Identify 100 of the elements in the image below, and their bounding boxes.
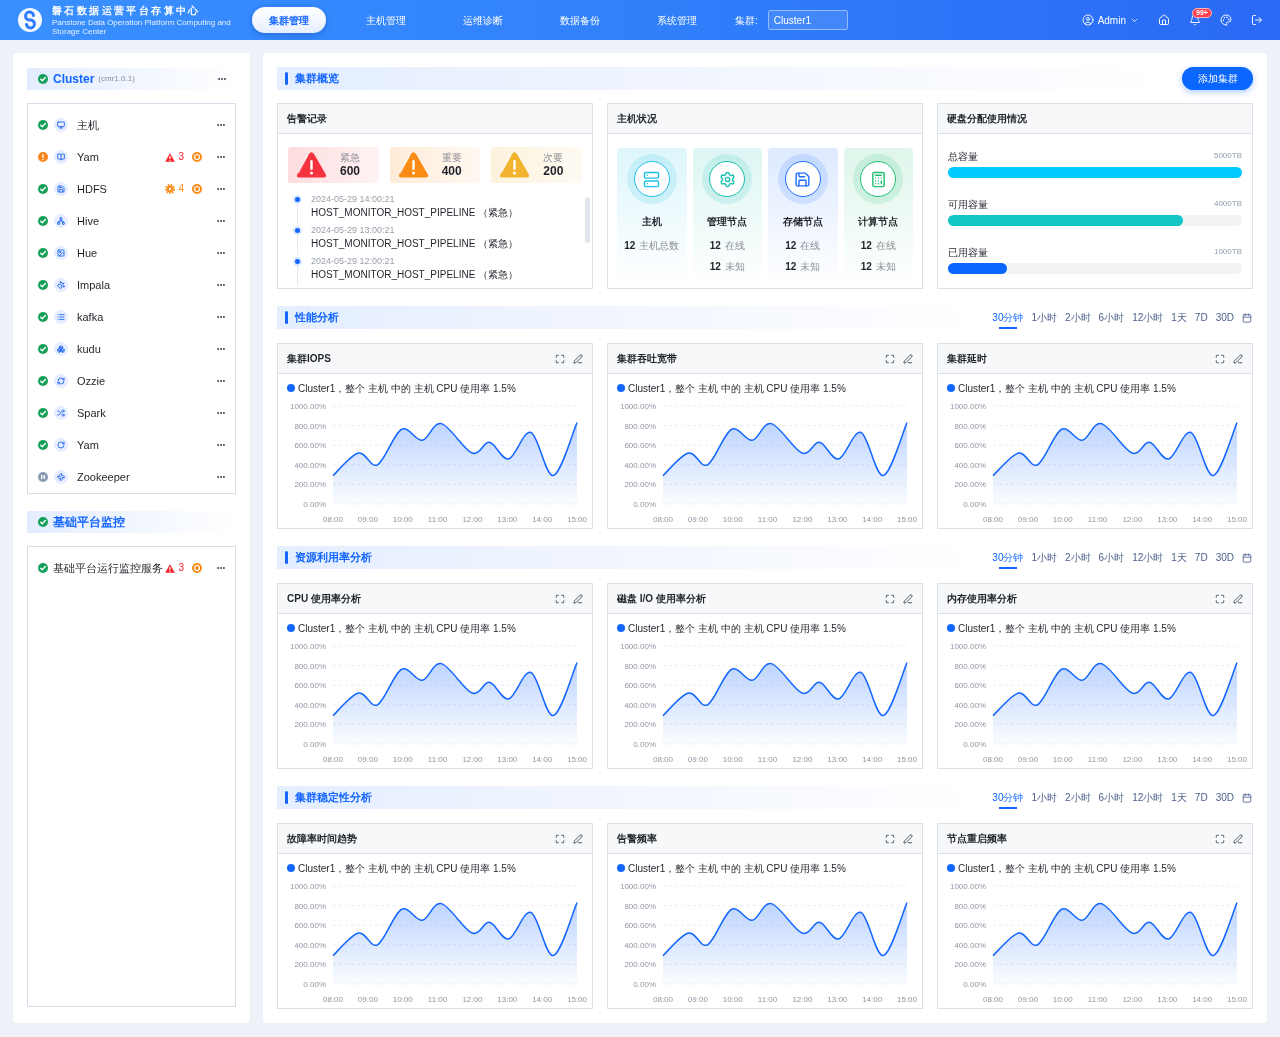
capacity-label: 总容量 xyxy=(948,149,978,164)
x-axis-label: 08:00 xyxy=(653,515,673,524)
expand-icon[interactable] xyxy=(885,833,895,844)
calendar-icon[interactable] xyxy=(1242,792,1252,803)
time-range-tab[interactable]: 1天 xyxy=(1171,546,1187,569)
user-menu-button[interactable]: Admin xyxy=(1081,12,1139,28)
time-range-tab[interactable]: 7D xyxy=(1194,306,1208,329)
time-range-tab[interactable]: 1小时 xyxy=(1031,786,1058,809)
service-name[interactable]: Ozzie xyxy=(77,372,106,390)
edit-icon[interactable] xyxy=(903,353,913,364)
edit-icon[interactable] xyxy=(903,593,913,604)
nav-tab[interactable]: 数据备份 xyxy=(543,7,617,33)
time-range-tab[interactable]: 30D xyxy=(1215,546,1234,569)
expand-icon[interactable] xyxy=(555,353,565,364)
time-range-tab[interactable]: 30D xyxy=(1215,306,1234,329)
nav-tab[interactable]: 主机管理 xyxy=(349,7,423,33)
network-icon xyxy=(54,214,68,228)
x-axis-label: 11:00 xyxy=(1087,755,1108,764)
edit-icon[interactable] xyxy=(573,833,583,844)
x-axis-label: 12:00 xyxy=(462,995,483,1004)
x-axis-label: 15:00 xyxy=(567,755,587,764)
time-range-tab[interactable]: 2小时 xyxy=(1065,786,1091,809)
time-range-tab[interactable]: 7D xyxy=(1194,546,1208,569)
expand-icon[interactable] xyxy=(555,833,565,844)
time-range-tab[interactable]: 30分钟 xyxy=(992,786,1024,809)
y-axis-label: 600.00% xyxy=(954,441,986,451)
x-axis-label: 12:00 xyxy=(792,515,813,524)
title-marker xyxy=(285,72,288,85)
service-name[interactable]: Zookeeper xyxy=(77,468,130,486)
card-title: CPU 使用率分析 xyxy=(287,592,361,606)
time-range-tab[interactable]: 1小时 xyxy=(1031,306,1058,329)
edit-icon[interactable] xyxy=(573,593,583,604)
service-name[interactable]: HDFS xyxy=(77,180,107,198)
time-range-tab[interactable]: 1小时 xyxy=(1031,546,1058,569)
service-name[interactable]: 主机 xyxy=(77,116,99,134)
card-title: 磁盘 I/O 使用率分析 xyxy=(617,592,706,606)
add-cluster-button[interactable]: 添加集群 xyxy=(1182,67,1253,90)
calendar-icon[interactable] xyxy=(1242,552,1252,563)
time-range-tab[interactable]: 6小时 xyxy=(1098,546,1125,569)
card-title: 告警记录 xyxy=(287,112,327,126)
bell-icon[interactable] xyxy=(1189,14,1201,26)
time-range-tab[interactable]: 1天 xyxy=(1171,306,1187,329)
logout-icon[interactable] xyxy=(1251,14,1263,26)
service-name[interactable]: Yam xyxy=(77,148,99,166)
service-name[interactable]: Hive xyxy=(77,212,99,230)
nav-tab[interactable]: 运维诊断 xyxy=(446,7,520,33)
time-range-tab[interactable]: 30D xyxy=(1215,786,1234,809)
alert-title[interactable]: HOST_MONITOR_HOST_PIPELINE （紧急） xyxy=(311,205,519,220)
service-name[interactable]: Yam xyxy=(77,436,99,454)
x-axis-label: 12:00 xyxy=(462,755,483,764)
time-range-tab[interactable]: 12小时 xyxy=(1132,546,1164,569)
service-name[interactable]: kafka xyxy=(77,308,104,326)
expand-icon[interactable] xyxy=(885,593,895,604)
edit-icon[interactable] xyxy=(1233,593,1243,604)
legend-label: Cluster1，整个 主机 中的 主机 CPU 使用率 1.5% xyxy=(298,381,516,396)
service-name[interactable]: 基础平台运行监控服务 xyxy=(53,559,163,577)
stat-value: 12 xyxy=(709,239,721,253)
y-axis-label: 0.00% xyxy=(303,740,326,749)
time-range-tab[interactable]: 6小时 xyxy=(1098,306,1125,329)
time-range-tab[interactable]: 12小时 xyxy=(1132,786,1164,809)
nav-tab[interactable]: 系统管理 xyxy=(640,7,714,33)
x-axis-label: 10:00 xyxy=(392,515,413,524)
group-title[interactable]: Cluster xyxy=(53,70,95,88)
scrollbar-thumb[interactable] xyxy=(585,197,590,243)
expand-icon[interactable] xyxy=(885,353,895,364)
time-range-tab[interactable]: 7D xyxy=(1194,786,1208,809)
time-range-tab[interactable]: 12小时 xyxy=(1132,306,1164,329)
time-range-tab[interactable]: 2小时 xyxy=(1065,306,1091,329)
expand-icon[interactable] xyxy=(555,593,565,604)
service-name[interactable]: kudu xyxy=(77,340,101,358)
alert-title[interactable]: HOST_MONITOR_HOST_PIPELINE （紧急） xyxy=(311,267,519,282)
home-icon[interactable] xyxy=(1158,14,1170,26)
expand-icon[interactable] xyxy=(1215,353,1225,364)
x-axis-label: 08:00 xyxy=(323,755,343,764)
x-axis-label: 11:00 xyxy=(1087,995,1108,1004)
x-axis-label: 12:00 xyxy=(1122,755,1143,764)
time-range-tab[interactable]: 2小时 xyxy=(1065,546,1091,569)
x-axis-label: 14:00 xyxy=(532,755,553,764)
palette-icon[interactable] xyxy=(1220,14,1232,26)
x-axis-label: 14:00 xyxy=(1192,995,1213,1004)
expand-icon[interactable] xyxy=(1215,833,1225,844)
service-name[interactable]: Impala xyxy=(77,276,111,294)
group-title[interactable]: 基础平台监控 xyxy=(53,513,125,531)
time-range-tab[interactable]: 30分钟 xyxy=(992,546,1024,569)
expand-icon[interactable] xyxy=(1215,593,1225,604)
service-name[interactable]: Hue xyxy=(77,244,98,262)
edit-icon[interactable] xyxy=(1233,353,1243,364)
time-range-tab[interactable]: 6小时 xyxy=(1098,786,1125,809)
edit-icon[interactable] xyxy=(1233,833,1243,844)
time-range-tab[interactable]: 1天 xyxy=(1171,786,1187,809)
x-axis-label: 13:00 xyxy=(497,995,518,1004)
edit-icon[interactable] xyxy=(573,353,583,364)
y-axis-label: 1000.00% xyxy=(289,402,326,411)
service-name[interactable]: Spark xyxy=(77,404,106,422)
edit-icon[interactable] xyxy=(903,833,913,844)
time-range-tab[interactable]: 30分钟 xyxy=(992,306,1024,329)
calendar-icon[interactable] xyxy=(1242,312,1252,323)
alert-title[interactable]: HOST_MONITOR_HOST_PIPELINE （紧急） xyxy=(311,236,519,251)
nav-tab[interactable]: 集群管理 xyxy=(252,7,326,33)
stat-label: 在线 xyxy=(875,239,896,253)
